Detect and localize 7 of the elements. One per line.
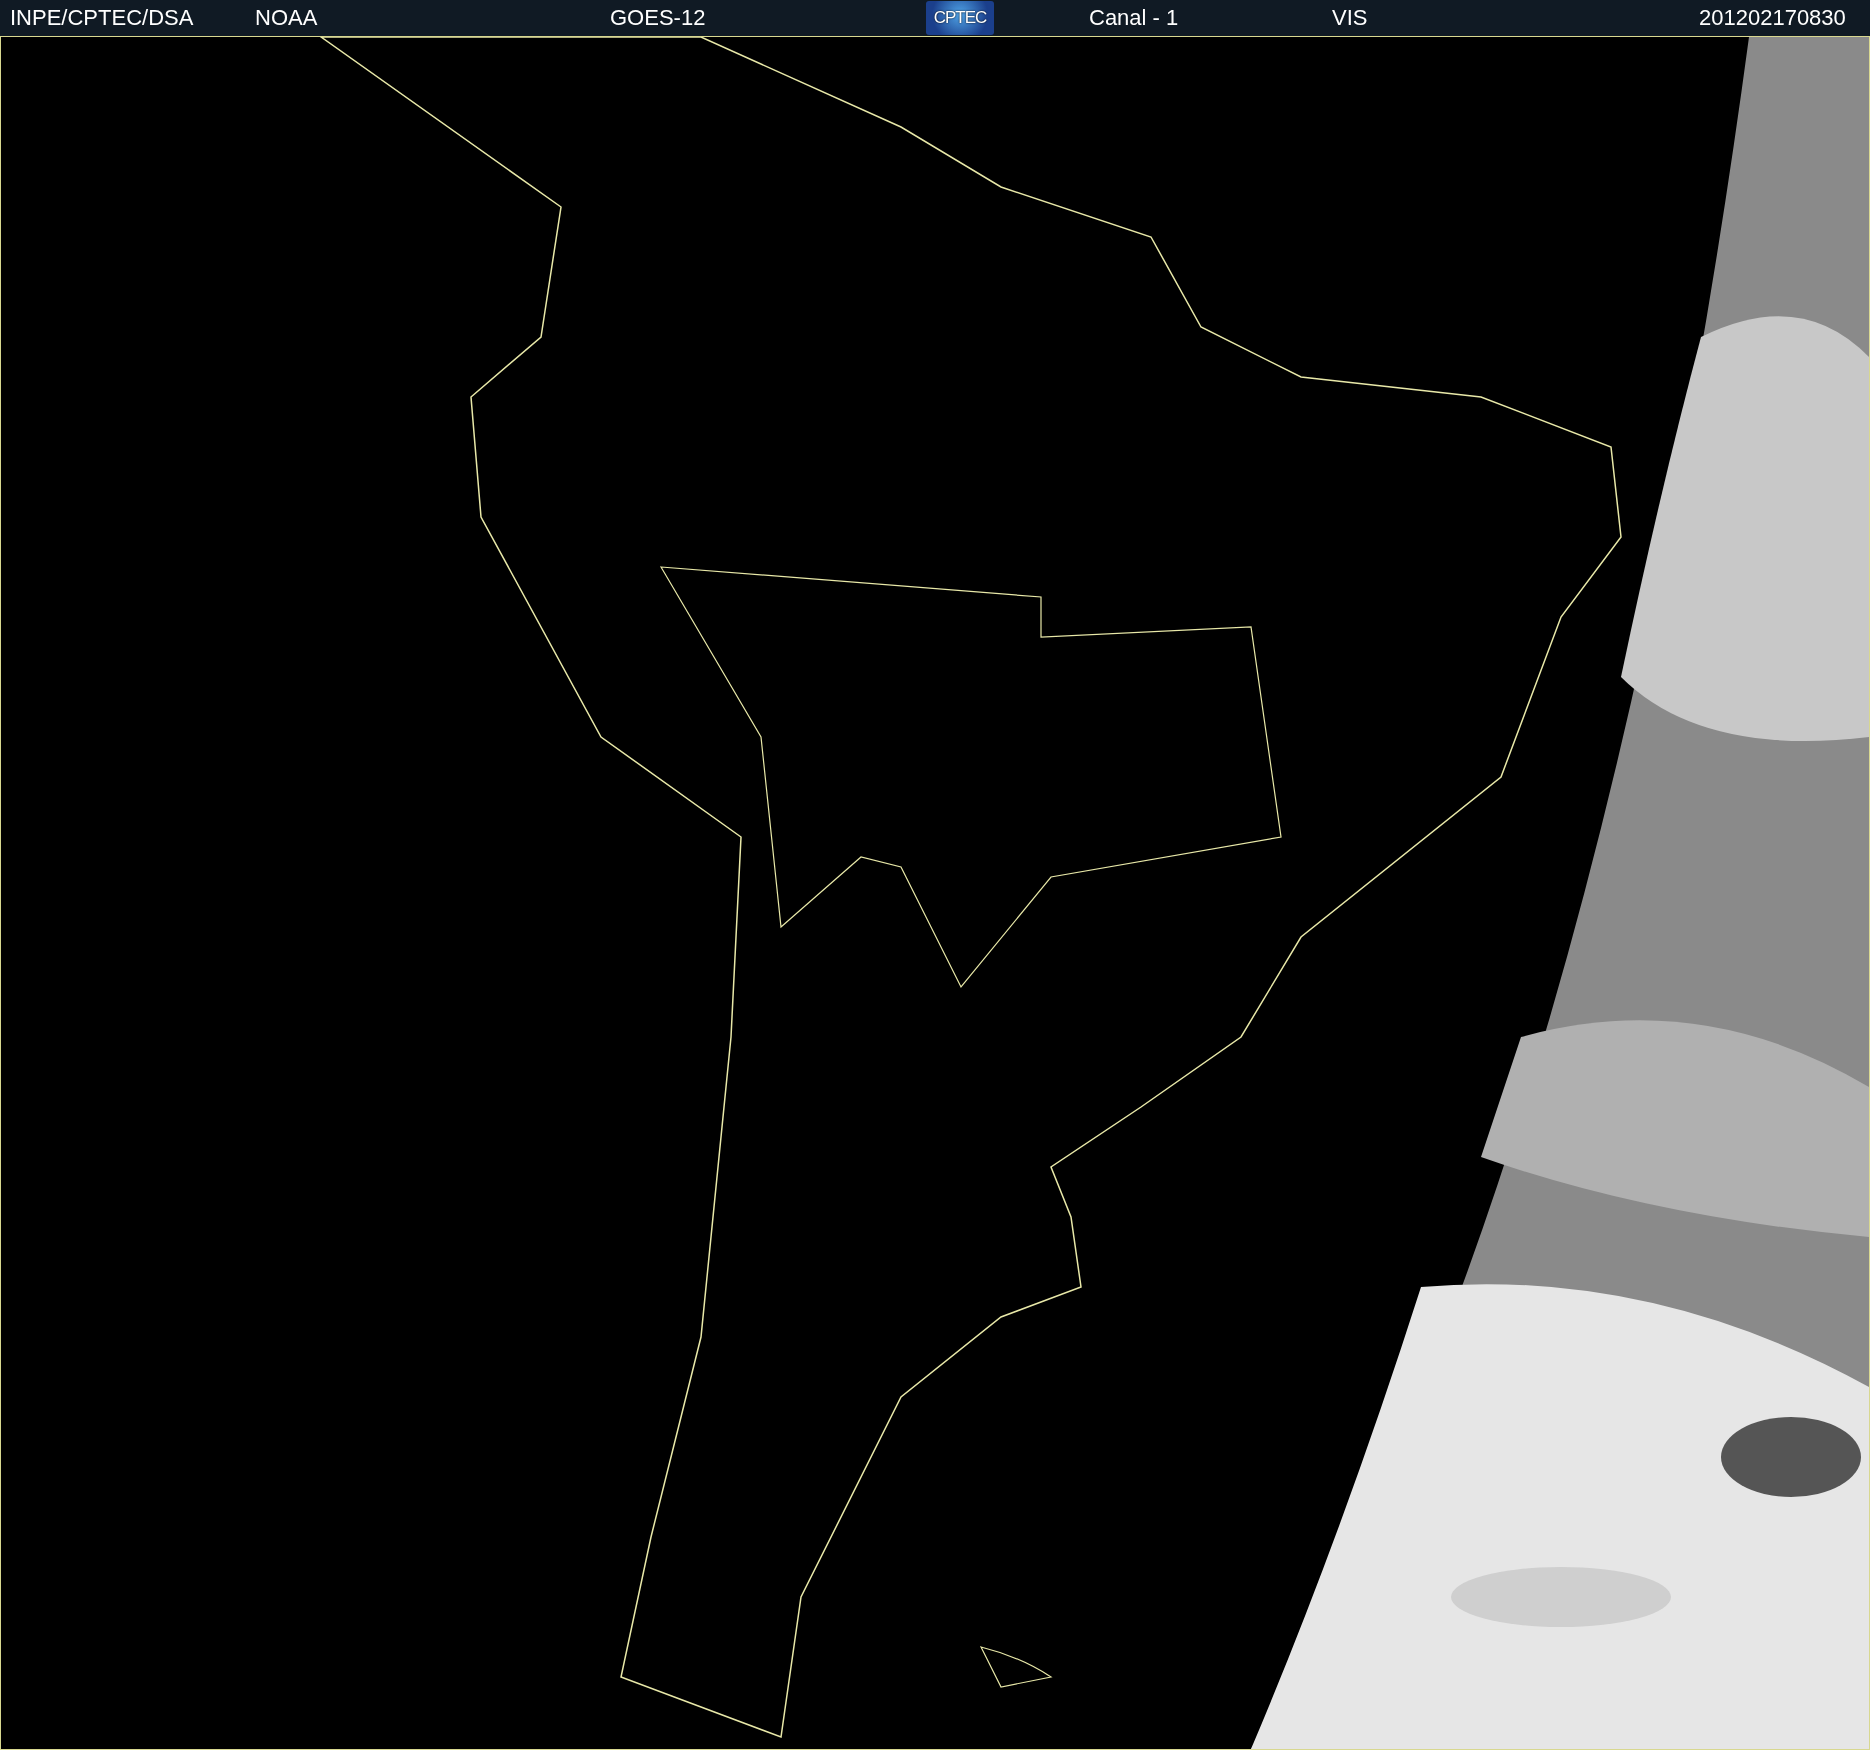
header-label: INPE/CPTEC/DSA [9,5,195,31]
timestamp: 201202170830 [1699,5,1847,31]
header-label: GOES-12 [610,5,707,31]
header-label: NOAA [255,5,319,31]
channel-label: Canal - 1 [1089,5,1180,31]
cptec-logo: CPTEC [926,1,994,35]
band-label: VIS [1332,5,1369,31]
